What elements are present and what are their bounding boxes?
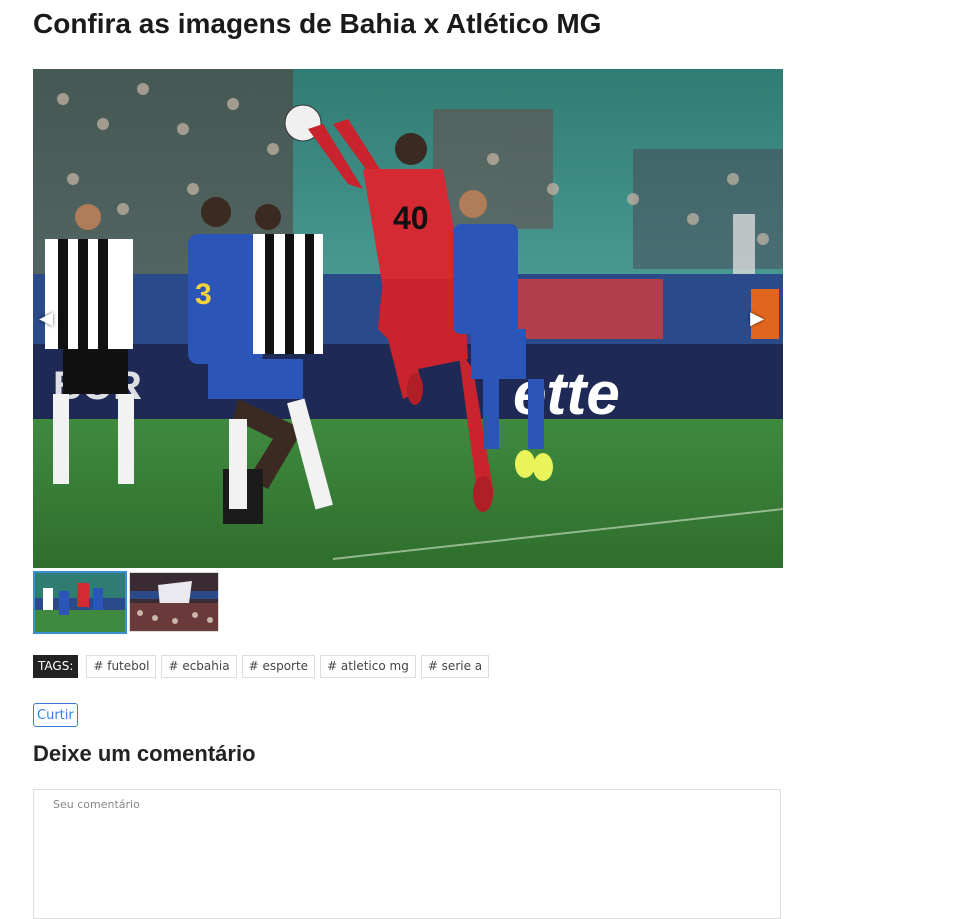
- player-number-bahia: 3: [195, 278, 212, 311]
- tag-ecbahia[interactable]: # ecbahia: [161, 655, 237, 678]
- gallery-next-arrow[interactable]: ▶: [747, 307, 767, 331]
- thumbnail-1-image: [35, 573, 125, 632]
- photo-gallery-main[interactable]: BOR ette 3: [33, 69, 783, 568]
- comment-section-title: Deixe um comentário: [33, 741, 256, 766]
- tags-label: TAGS:: [33, 655, 79, 678]
- tag-atletico-mg[interactable]: # atletico mg: [320, 655, 416, 678]
- tags-bar: TAGS: # futebol # ecbahia # esporte # at…: [33, 655, 494, 678]
- gallery-prev-arrow[interactable]: ◀: [36, 307, 56, 331]
- thumbnail-2[interactable]: [129, 572, 219, 632]
- thumbnail-1-selected[interactable]: [33, 571, 127, 634]
- comment-input[interactable]: [33, 789, 781, 919]
- like-button[interactable]: Curtir: [33, 703, 78, 727]
- tag-serie-a[interactable]: # serie a: [420, 655, 490, 678]
- tag-esporte[interactable]: # esporte: [241, 655, 316, 678]
- tag-futebol[interactable]: # futebol: [86, 655, 157, 678]
- match-photo: BOR ette 3: [33, 69, 783, 568]
- thumbnail-2-image: [130, 573, 218, 631]
- page-title: Confira as imagens de Bahia x Atlético M…: [33, 8, 602, 39]
- player-number-keeper: 40: [393, 200, 429, 236]
